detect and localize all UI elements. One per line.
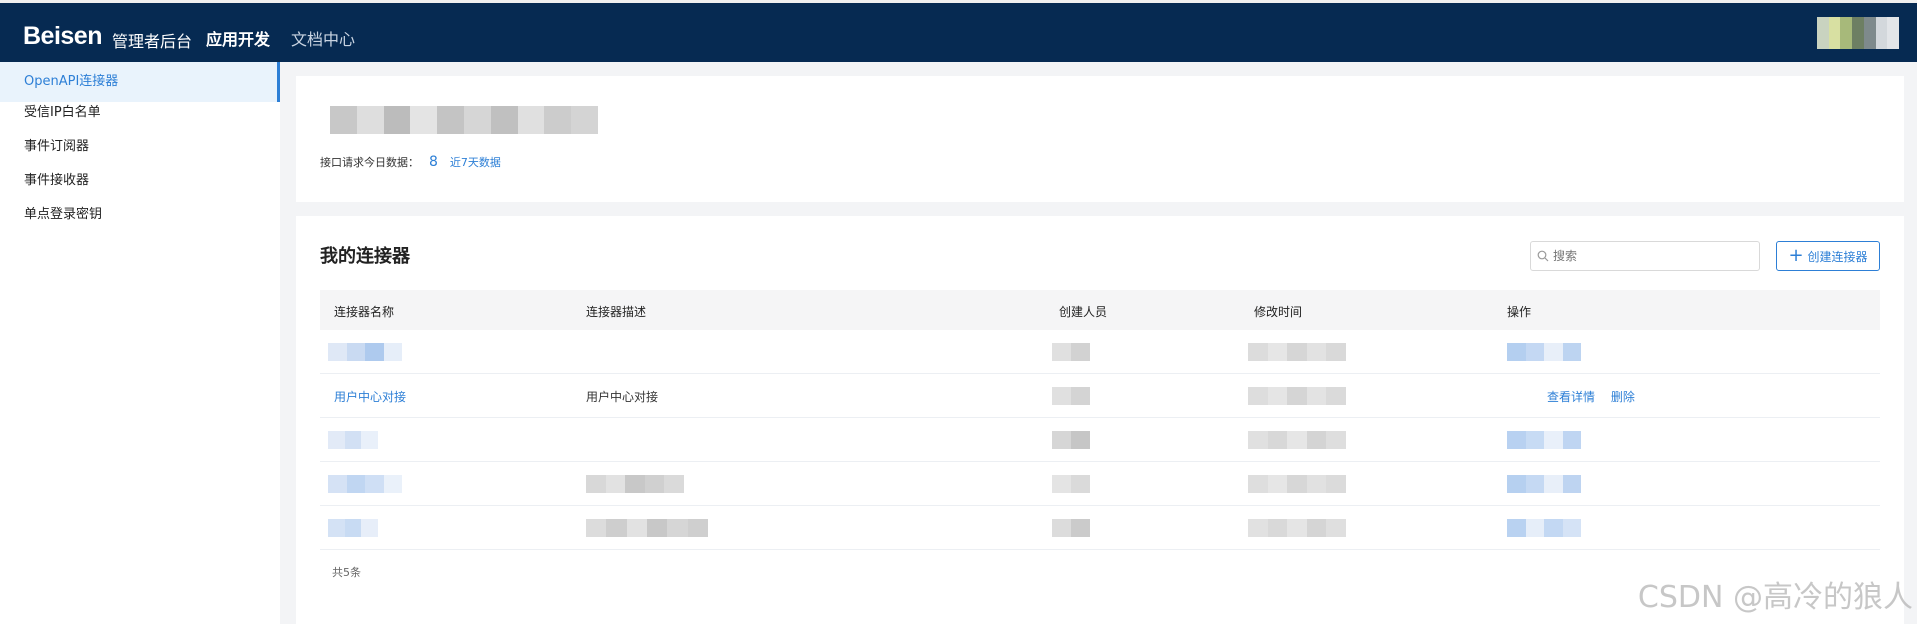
redacted-actions[interactable] — [1507, 519, 1581, 537]
stats-count: 8 — [429, 154, 438, 170]
redacted-modified — [1248, 519, 1346, 537]
user-avatar[interactable] — [1817, 17, 1900, 49]
nav-docs-center[interactable]: 文档中心 — [291, 26, 355, 50]
redacted-creator — [1052, 431, 1090, 449]
nav-app-development[interactable]: 应用开发 — [206, 26, 270, 50]
row-actions: 查看详情 删除 — [1547, 388, 1647, 405]
plus-icon: + — [1788, 245, 1804, 266]
redacted-description — [586, 475, 684, 493]
redacted-creator — [1052, 475, 1090, 493]
redacted-title — [330, 106, 598, 134]
column-header-description: 连接器描述 — [586, 305, 647, 319]
redacted-name[interactable] — [328, 343, 402, 361]
column-header-name: 连接器名称 — [334, 305, 395, 319]
connectors-title: 我的连接器 — [320, 246, 410, 267]
redacted-name[interactable] — [328, 431, 379, 449]
table-row — [320, 506, 1880, 550]
search-field[interactable] — [1553, 249, 1743, 263]
connector-name-link[interactable]: 用户中心对接 — [334, 388, 406, 405]
redacted-creator — [1052, 343, 1090, 361]
redacted-modified — [1248, 387, 1346, 405]
create-connector-label: 创建连接器 — [1807, 249, 1868, 264]
table-row: 用户中心对接 用户中心对接 查看详情 删除 — [320, 374, 1880, 418]
redacted-modified — [1248, 343, 1346, 361]
brand-subtitle: 管理者后台 — [112, 32, 193, 51]
redacted-description — [586, 519, 708, 537]
redacted-actions[interactable] — [1507, 475, 1581, 493]
redacted-modified — [1248, 475, 1346, 493]
table-row — [320, 462, 1880, 506]
stats-label: 接口请求今日数据： — [320, 156, 419, 169]
connectors-table: 连接器名称 连接器描述 创建人员 修改时间 操作 用户中心对接 用户中心对接 查… — [320, 290, 1880, 550]
search-input[interactable] — [1530, 241, 1760, 271]
redacted-modified — [1248, 431, 1346, 449]
redacted-name[interactable] — [328, 519, 379, 537]
sidebar: OpenAPI连接器 受信IP白名单 事件订阅器 事件接收器 单点登录密钥 — [0, 62, 280, 624]
table-header: 连接器名称 连接器描述 创建人员 修改时间 操作 — [320, 290, 1880, 330]
table-row — [320, 330, 1880, 374]
redacted-name[interactable] — [328, 475, 402, 493]
column-header-actions: 操作 — [1507, 305, 1532, 319]
connectors-card: 我的连接器 + 创建连接器 连接器名称 连接器描述 创建人员 修改时间 操作 用… — [296, 216, 1904, 624]
stats-line: 接口请求今日数据： 8 近7天数据 — [320, 154, 501, 170]
delete-link[interactable]: 删除 — [1611, 390, 1635, 404]
connector-description: 用户中心对接 — [586, 390, 659, 404]
column-header-creator: 创建人员 — [1059, 305, 1108, 319]
redacted-creator — [1052, 387, 1090, 405]
table-row — [320, 418, 1880, 462]
redacted-actions[interactable] — [1507, 431, 1581, 449]
search-icon — [1537, 250, 1549, 262]
redacted-creator — [1052, 519, 1090, 537]
watermark: CSDN @高冷的狼人 — [1637, 580, 1913, 615]
top-navigation-bar: Beisen 管理者后台 应用开发 文档中心 — [0, 0, 1917, 62]
stats-card: 接口请求今日数据： 8 近7天数据 — [296, 76, 1904, 202]
last-7-days-link[interactable]: 近7天数据 — [450, 154, 501, 170]
redacted-actions[interactable] — [1507, 343, 1581, 361]
view-details-link[interactable]: 查看详情 — [1547, 390, 1595, 404]
brand-logo[interactable]: Beisen — [23, 22, 102, 51]
sidebar-item-sso-key[interactable]: 单点登录密钥 — [0, 195, 280, 235]
column-header-modified: 修改时间 — [1254, 305, 1303, 319]
pagination-total: 共5条 — [332, 566, 361, 579]
create-connector-button[interactable]: + 创建连接器 — [1776, 241, 1880, 271]
